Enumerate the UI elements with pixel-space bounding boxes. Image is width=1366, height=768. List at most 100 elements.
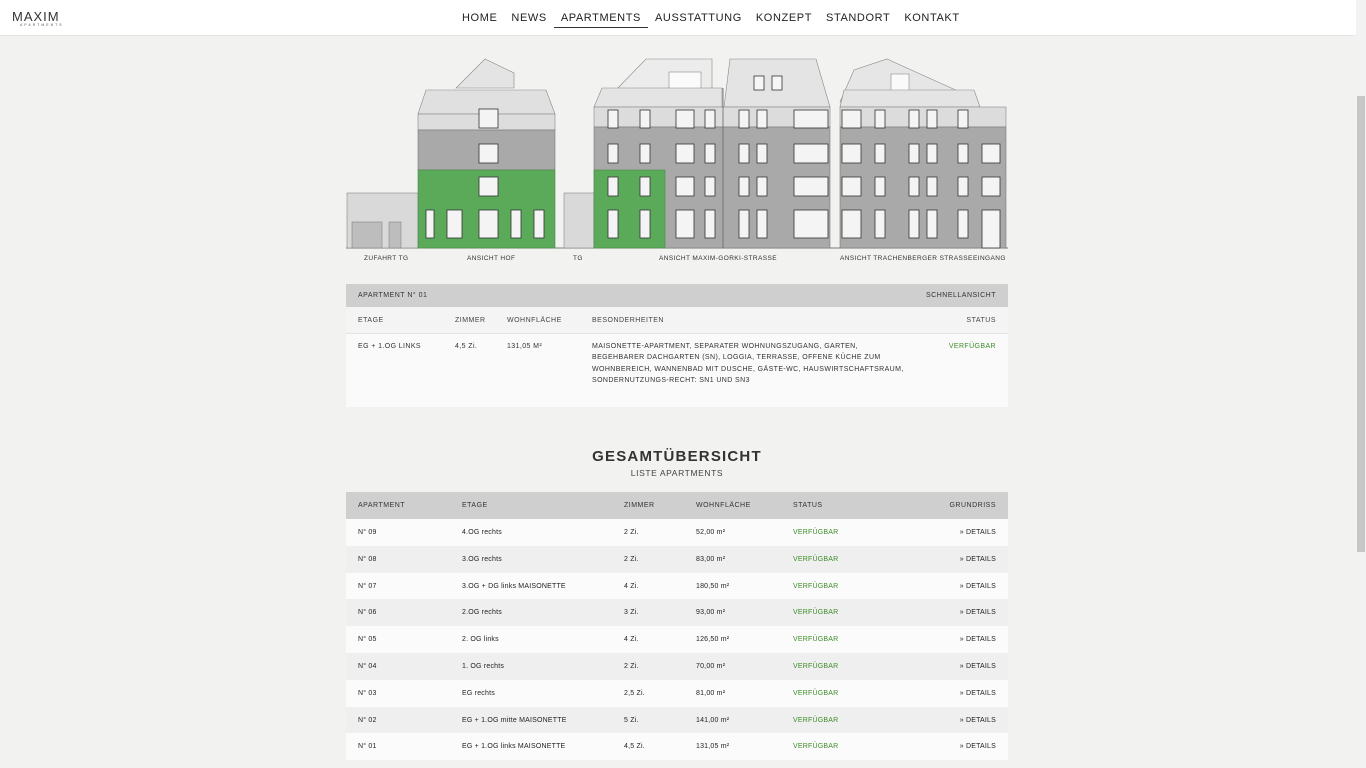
site-header: MAXIM APARTMENTS HOME NEWS APARTMENTS AU…	[0, 0, 1356, 36]
cell-etage: 2.OG rechts	[462, 609, 502, 617]
cell-status: VERFÜGBAR	[793, 529, 839, 536]
col-flaeche: WOHNFLÄCHE	[507, 317, 562, 324]
cell-flaeche: 126,50 m²	[696, 636, 730, 644]
cell-apartment: N° 04	[358, 662, 377, 670]
nav-konzept[interactable]: KONZEPT	[749, 12, 819, 26]
table-row[interactable]: N° 07 3.OG + DG links MAISONETTE 4 Zi. 1…	[346, 572, 1008, 600]
details-link[interactable]: » DETAILS	[960, 583, 996, 590]
detail-zimmer: 4,5 Zi.	[455, 343, 478, 350]
details-link[interactable]: » DETAILS	[960, 717, 996, 724]
detail-title: APARTMENT N° 01	[358, 292, 428, 299]
cell-flaeche: 70,00 m²	[696, 662, 726, 670]
table-row[interactable]: N° 01 EG + 1.OG links MAISONETTE 4,5 Zi.…	[346, 733, 1008, 761]
label-zufahrt: ZUFAHRT TG	[364, 255, 409, 262]
table-row[interactable]: N° 03 EG rechts 2,5 Zi. 81,00 m² VERFÜGB…	[346, 679, 1008, 707]
th-grundriss: GRUNDRISS	[949, 502, 996, 509]
nav-news[interactable]: NEWS	[504, 12, 553, 26]
cell-status: VERFÜGBAR	[793, 555, 839, 563]
detail-row: EG + 1.OG LINKS 4,5 Zi. 131,05 M² MAISON…	[346, 334, 1008, 406]
overview-subtitle: LISTE APARTMENTS	[630, 468, 724, 478]
scrollbar-thumb[interactable]	[1357, 96, 1365, 552]
cell-flaeche: 141,00 m²	[696, 716, 730, 724]
cell-apartment: N° 01	[358, 743, 377, 751]
cell-etage: 2. OG links	[462, 636, 499, 644]
cell-status: VERFÜGBAR	[793, 609, 839, 617]
apartment-detail-card: APARTMENT N° 01 SCHNELLANSICHT ETAGE ZIM…	[346, 284, 1008, 407]
cell-apartment: N° 05	[358, 636, 377, 644]
building-elevation-drawing	[346, 58, 1008, 249]
cell-zimmer: 2 Zi.	[624, 662, 639, 670]
label-hof: ANSICHT HOF	[467, 255, 516, 262]
cell-zimmer: 2 Zi.	[624, 555, 639, 563]
nav-apartments[interactable]: APARTMENTS	[553, 12, 648, 28]
table-row[interactable]: N° 09 4.OG rechts 2 Zi. 52,00 m² VERFÜGB…	[346, 519, 1008, 546]
cell-apartment: N° 09	[358, 529, 377, 536]
details-link[interactable]: » DETAILS	[960, 743, 996, 750]
cell-status: VERFÜGBAR	[793, 743, 839, 751]
label-tg: TG	[573, 255, 583, 262]
detail-etage: EG + 1.OG LINKS	[358, 343, 421, 350]
cell-flaeche: 93,00 m²	[696, 609, 726, 617]
cell-etage: EG rechts	[462, 689, 495, 697]
details-link[interactable]: » DETAILS	[960, 609, 996, 616]
col-besonderheiten: BESONDERHEITEN	[592, 317, 664, 324]
detail-status-badge: VERFÜGBAR	[948, 343, 996, 350]
col-zimmer: ZIMMER	[455, 317, 486, 324]
details-link[interactable]: » DETAILS	[960, 663, 996, 670]
table-row[interactable]: N° 05 2. OG links 4 Zi. 126,50 m² VERFÜG…	[346, 626, 1008, 653]
detail-besonderheiten: MAISONETTE-APARTMENT, SEPARATER WOHNUNGS…	[592, 343, 904, 384]
table-row[interactable]: N° 02 EG + 1.OG mitte MAISONETTE 5 Zi. 1…	[346, 706, 1008, 734]
main-nav: HOME NEWS APARTMENTS AUSSTATTUNG KONZEPT…	[455, 12, 967, 28]
cell-flaeche: 83,00 m²	[696, 555, 726, 563]
cell-status: VERFÜGBAR	[793, 662, 839, 670]
cell-zimmer: 5 Zi.	[624, 716, 639, 724]
quickview-link[interactable]: SCHNELLANSICHT	[926, 292, 996, 299]
table-row[interactable]: N° 04 1. OG rechts 2 Zi. 70,00 m² VERFÜG…	[346, 652, 1008, 680]
highlighted-apartment-maxim	[593, 169, 666, 249]
cell-etage: 3.OG + DG links MAISONETTE	[462, 582, 566, 590]
nav-standort[interactable]: STANDORT	[819, 12, 897, 26]
nav-kontakt[interactable]: KONTAKT	[897, 12, 966, 26]
overview-title: GESAMTÜBERSICHT	[592, 448, 762, 465]
cell-apartment: N° 03	[358, 689, 377, 697]
cell-etage: 3.OG rechts	[462, 555, 502, 563]
cell-zimmer: 4 Zi.	[624, 582, 639, 590]
cell-zimmer: 2,5 Zi.	[624, 689, 645, 697]
logo[interactable]: MAXIM APARTMENTS	[12, 10, 64, 28]
cell-status: VERFÜGBAR	[793, 582, 839, 590]
apartments-table: APARTMENT ETAGE ZIMMER WOHNFLÄCHE STATUS…	[346, 492, 1008, 761]
elevation-labels: ZUFAHRT TG ANSICHT HOF TG ANSICHT MAXIM-…	[346, 255, 1008, 265]
table-row[interactable]: N° 08 3.OG rechts 2 Zi. 83,00 m² VERFÜGB…	[346, 545, 1008, 573]
cell-zimmer: 3 Zi.	[624, 609, 639, 617]
details-link[interactable]: » DETAILS	[960, 529, 996, 536]
cell-flaeche: 180,50 m²	[696, 582, 730, 590]
detail-column-headers: ETAGE ZIMMER WOHNFLÄCHE BESONDERHEITEN S…	[346, 307, 1008, 334]
details-link[interactable]: » DETAILS	[960, 690, 996, 697]
cell-apartment: N° 07	[358, 582, 377, 590]
cell-zimmer: 2 Zi.	[624, 529, 639, 536]
label-trachenberger: ANSICHT TRACHENBERGER STRASSE	[840, 255, 973, 262]
details-link[interactable]: » DETAILS	[960, 636, 996, 643]
cell-flaeche: 52,00 m²	[696, 529, 726, 536]
table-row[interactable]: N° 06 2.OG rechts 3 Zi. 93,00 m² VERFÜGB…	[346, 599, 1008, 627]
cell-status: VERFÜGBAR	[793, 716, 839, 724]
scrollbar-track[interactable]	[1356, 0, 1366, 768]
logo-subtext: APARTMENTS	[20, 23, 64, 27]
label-maxim: ANSICHT MAXIM-GORKI-STRASSE	[659, 255, 777, 262]
details-link[interactable]: » DETAILS	[960, 556, 996, 563]
col-etage: ETAGE	[358, 317, 384, 324]
cell-etage: EG + 1.OG mitte MAISONETTE	[462, 716, 567, 724]
cell-etage: EG + 1.OG links MAISONETTE	[462, 743, 566, 751]
cell-flaeche: 81,00 m²	[696, 689, 726, 697]
cell-status: VERFÜGBAR	[793, 636, 839, 644]
nav-home[interactable]: HOME	[455, 12, 504, 26]
table-body: N° 09 4.OG rechts 2 Zi. 52,00 m² VERFÜGB…	[346, 519, 1008, 761]
th-status: STATUS	[793, 502, 823, 509]
table-header: APARTMENT ETAGE ZIMMER WOHNFLÄCHE STATUS…	[346, 492, 1008, 519]
nav-ausstattung[interactable]: AUSSTATTUNG	[648, 12, 749, 26]
cell-flaeche: 131,05 m²	[696, 743, 730, 751]
detail-flaeche: 131,05 M²	[507, 343, 543, 350]
cell-apartment: N° 02	[358, 716, 377, 724]
cell-zimmer: 4,5 Zi.	[624, 743, 645, 751]
col-status: STATUS	[966, 317, 996, 324]
